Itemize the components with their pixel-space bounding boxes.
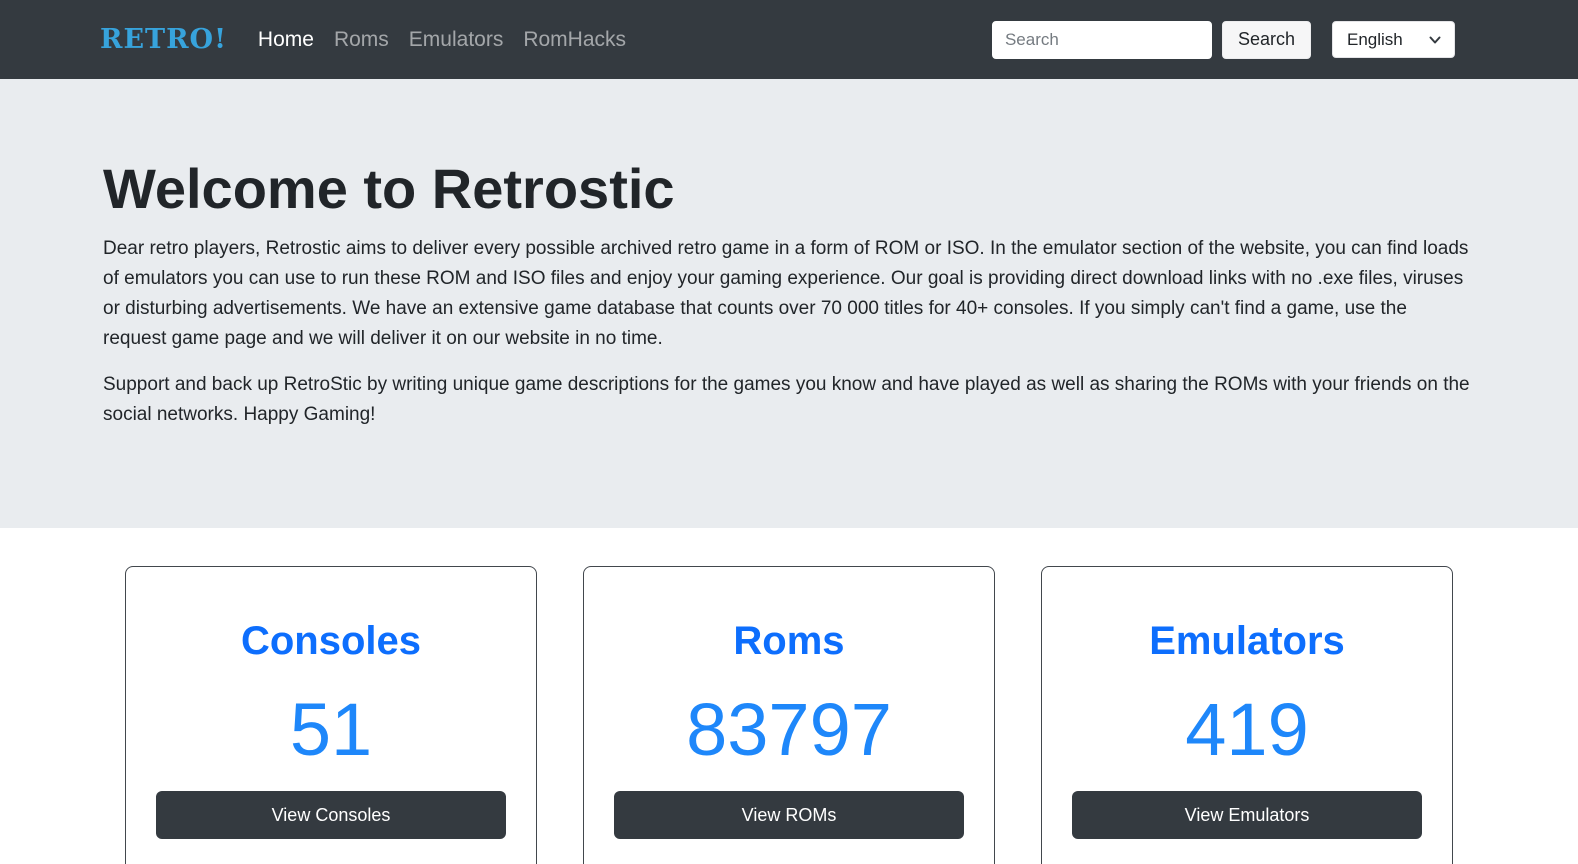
stats-cards-row: Consoles 51 View Consoles Roms 83797 Vie… xyxy=(0,528,1578,864)
navbar-right-group: Search English xyxy=(991,20,1455,59)
language-select[interactable]: English xyxy=(1332,21,1455,58)
card-emulators-title: Emulators xyxy=(1149,619,1345,663)
logo[interactable]: RETRO! xyxy=(100,24,227,55)
retrostic-homepage: RETRO! Home Roms Emulators RomHacks Sear… xyxy=(0,0,1578,864)
search-input[interactable] xyxy=(991,20,1212,59)
view-emulators-button[interactable]: View Emulators xyxy=(1072,791,1422,839)
hero-section: Welcome to Retrostic Dear retro players,… xyxy=(0,79,1578,528)
language-selected-value: English xyxy=(1347,29,1403,49)
nav-link-home[interactable]: Home xyxy=(248,20,324,60)
chevron-down-icon xyxy=(1428,33,1442,47)
card-roms: Roms 83797 View ROMs xyxy=(583,566,995,864)
view-roms-button[interactable]: View ROMs xyxy=(614,791,964,839)
hero-paragraph-2: Support and back up RetroStic by writing… xyxy=(103,374,1470,425)
hero-paragraph-1: Dear retro players, Retrostic aims to de… xyxy=(103,238,1469,349)
nav-links: Home Roms Emulators RomHacks xyxy=(248,20,636,60)
card-consoles-title: Consoles xyxy=(240,619,422,663)
card-roms-count: 83797 xyxy=(686,688,892,771)
card-emulators-count: 419 xyxy=(1185,688,1309,771)
nav-link-emulators[interactable]: Emulators xyxy=(399,20,514,60)
view-consoles-button[interactable]: View Consoles xyxy=(156,791,506,839)
search-button[interactable]: Search xyxy=(1221,20,1311,59)
card-consoles-count: 51 xyxy=(289,688,373,771)
page-title: Welcome to Retrostic xyxy=(103,157,675,220)
nav-link-roms[interactable]: Roms xyxy=(324,20,399,60)
card-roms-title: Roms xyxy=(733,619,845,663)
navbar: RETRO! Home Roms Emulators RomHacks Sear… xyxy=(0,0,1578,79)
card-consoles: Consoles 51 View Consoles xyxy=(125,566,537,864)
card-emulators: Emulators 419 View Emulators xyxy=(1041,566,1453,864)
nav-link-romhacks[interactable]: RomHacks xyxy=(513,20,636,60)
